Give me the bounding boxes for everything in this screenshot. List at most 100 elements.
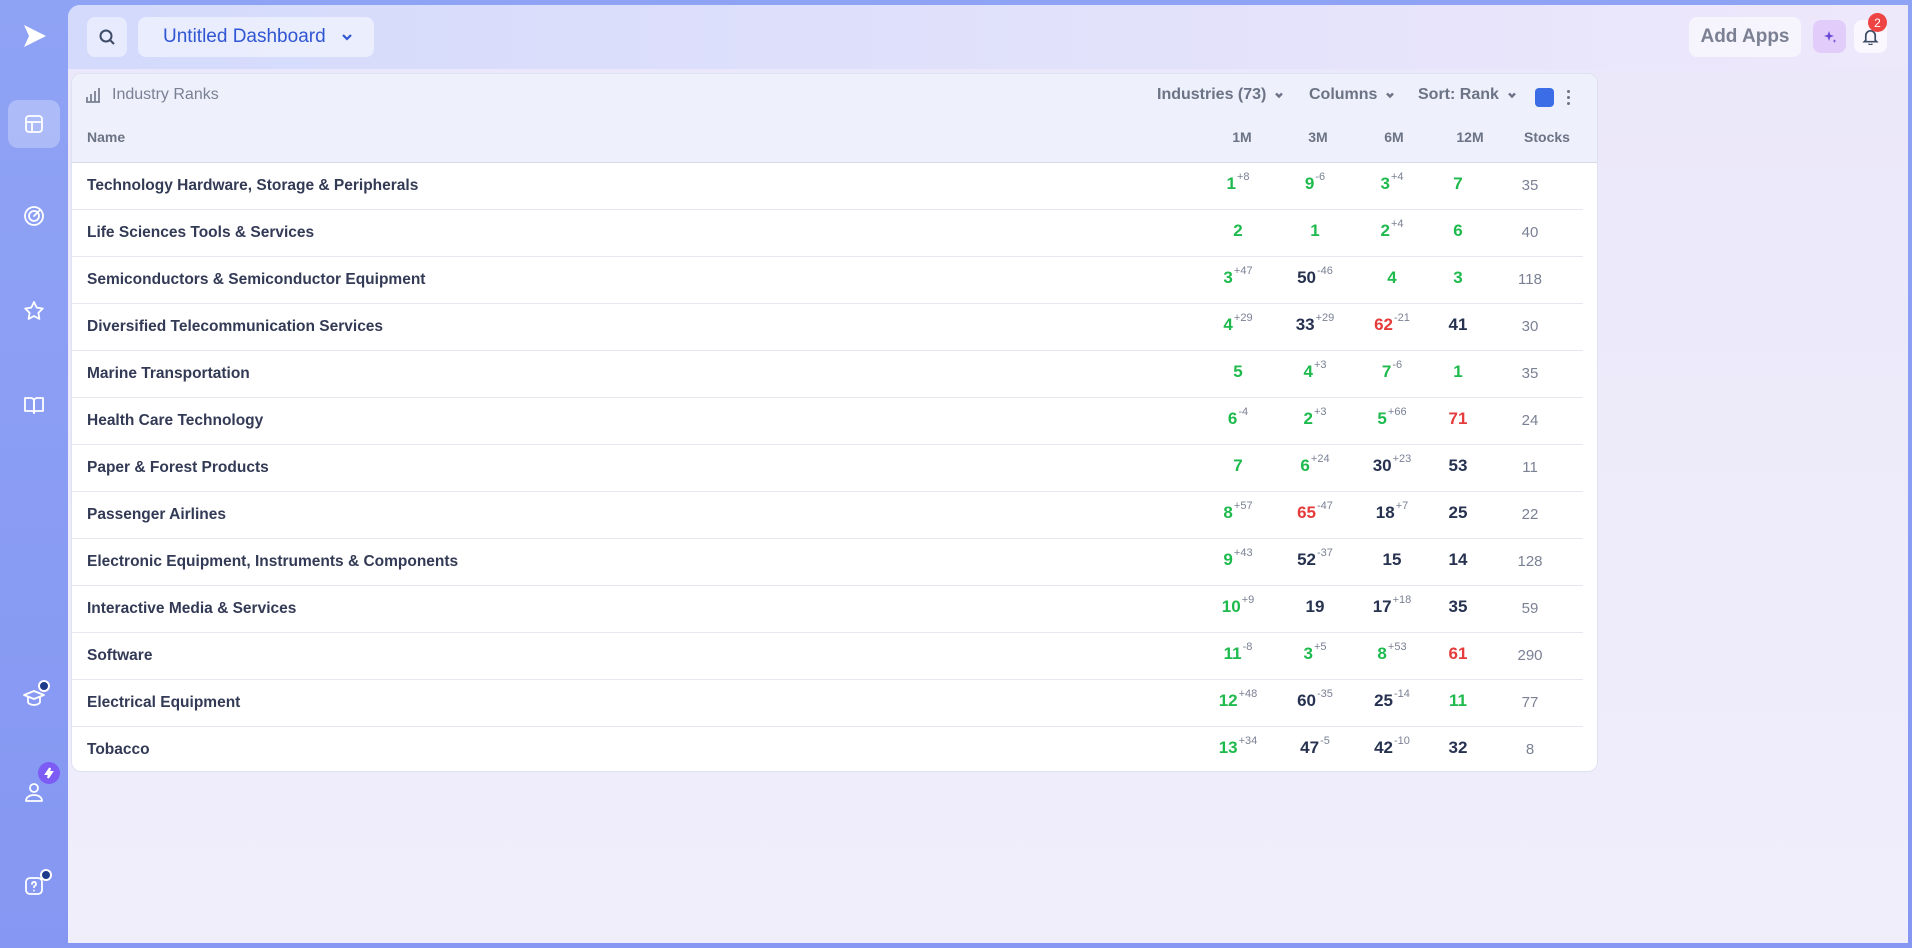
columns-dropdown[interactable]: Columns: [1309, 86, 1395, 104]
industry-name[interactable]: Passenger Airlines: [87, 506, 226, 524]
rank-m6: 18+7: [1376, 500, 1408, 523]
dashboard-selector[interactable]: Untitled Dashboard: [138, 17, 374, 57]
rank-value: 30: [1372, 456, 1392, 475]
table-row[interactable]: Marine Transportation 5 4+3 7-6 1 35: [72, 351, 1583, 398]
rank-change: +18: [1392, 594, 1412, 606]
chevron-down-icon: [1386, 92, 1395, 99]
rank-change: +9: [1241, 594, 1255, 606]
table-row[interactable]: Technology Hardware, Storage & Periphera…: [72, 163, 1583, 210]
sidebar-item-radar[interactable]: [8, 192, 60, 240]
sort-dropdown[interactable]: Sort: Rank: [1418, 86, 1517, 104]
rank-m12: 14: [1449, 550, 1468, 570]
column-header-stocks[interactable]: Stocks: [1524, 129, 1570, 145]
rank-value: 71: [1448, 409, 1468, 428]
rank-m1: 12+48: [1219, 688, 1258, 711]
stock-count: 40: [1521, 224, 1539, 241]
table-row[interactable]: Health Care Technology 6-4 2+3 5+66 71 24: [72, 398, 1583, 445]
industry-name[interactable]: Diversified Telecommunication Services: [87, 318, 383, 336]
top-bar: Untitled Dashboard Add Apps 2: [68, 5, 1908, 69]
column-header-name[interactable]: Name: [87, 129, 125, 145]
industry-name[interactable]: Semiconductors & Semiconductor Equipment: [87, 271, 425, 289]
rank-value: 52: [1297, 550, 1317, 569]
column-header-6m[interactable]: 6M: [1384, 129, 1403, 145]
rank-m6: 25-14: [1374, 688, 1410, 711]
rank-value: 6: [1300, 456, 1310, 475]
rank-m3: 1: [1310, 221, 1319, 241]
lightning-icon: [44, 767, 54, 779]
rank-m12: 61: [1449, 644, 1468, 664]
stock-count: 128: [1517, 553, 1543, 570]
chevron-down-icon: [1508, 92, 1516, 99]
rank-change: +57: [1233, 500, 1253, 512]
rank-change: +47: [1233, 265, 1253, 277]
rank-value: 4: [1223, 315, 1233, 334]
ai-assistant-button[interactable]: [1813, 20, 1846, 53]
table-row[interactable]: Interactive Media & Services 10+9 19 17+18 3…: [72, 586, 1583, 633]
sidebar-item-help[interactable]: [8, 862, 60, 910]
widget-color-picker[interactable]: [1535, 88, 1554, 107]
rank-change: -10: [1394, 735, 1410, 747]
rank-value: 2: [1233, 221, 1243, 240]
widget-header: Industry Ranks Industries (73) Columns S…: [72, 74, 1597, 163]
rank-change: -8: [1242, 641, 1253, 653]
industry-name[interactable]: Electrical Equipment: [87, 694, 240, 712]
stock-count: 35: [1521, 365, 1539, 382]
industry-name[interactable]: Health Care Technology: [87, 412, 263, 430]
industry-name[interactable]: Marine Transportation: [87, 365, 250, 383]
rank-value: 65: [1297, 503, 1317, 522]
logo-icon[interactable]: [20, 22, 48, 50]
table-row[interactable]: Passenger Airlines 8+57 65-47 18+7 25 22: [72, 492, 1583, 539]
widget-title-text: Industry Ranks: [112, 86, 219, 103]
rank-value: 8: [1223, 503, 1233, 522]
table-row[interactable]: Electronic Equipment, Instruments & Comp…: [72, 539, 1583, 586]
table-row[interactable]: Electrical Equipment 12+48 60-35 25-14 11 77: [72, 680, 1583, 727]
search-button[interactable]: [87, 17, 127, 57]
rank-m6: 42-10: [1374, 735, 1410, 758]
sidebar-item-learn[interactable]: [8, 381, 60, 429]
table-row[interactable]: Life Sciences Tools & Services 2 1 2+4 6 40: [72, 210, 1583, 257]
table-row[interactable]: Paper & Forest Products 7 6+24 30+23 53 11: [72, 445, 1583, 492]
rank-m6: 7-6: [1381, 359, 1402, 382]
column-header-12m[interactable]: 12M: [1456, 129, 1483, 145]
search-icon: [99, 29, 115, 45]
stock-count: 35: [1521, 177, 1539, 194]
rank-change: -6: [1315, 171, 1326, 183]
table-row[interactable]: Diversified Telecommunication Services 4+…: [72, 304, 1583, 351]
star-icon: [24, 301, 44, 320]
industry-name[interactable]: Paper & Forest Products: [87, 459, 269, 477]
rank-m3: 47-5: [1300, 735, 1330, 758]
rank-value: 1: [1453, 362, 1463, 381]
industries-filter-dropdown[interactable]: Industries (73): [1157, 86, 1284, 104]
add-apps-button[interactable]: Add Apps: [1689, 17, 1801, 57]
rank-m1: 9+43: [1223, 547, 1253, 570]
industry-name[interactable]: Life Sciences Tools & Services: [87, 224, 314, 242]
rank-value: 5: [1377, 409, 1387, 428]
rank-m12: 6: [1453, 221, 1462, 241]
industry-name[interactable]: Tobacco: [87, 741, 150, 759]
stock-count: 118: [1518, 271, 1542, 288]
column-header-1m[interactable]: 1M: [1232, 129, 1251, 145]
rank-value: 19: [1305, 597, 1325, 616]
sidebar-item-academy[interactable]: [8, 674, 60, 722]
rank-value: 15: [1382, 550, 1402, 569]
rank-m3: 6+24: [1300, 453, 1330, 476]
table-row[interactable]: Tobacco 13+34 47-5 42-10 32 8: [72, 727, 1583, 771]
widget-more-menu[interactable]: [1562, 86, 1574, 108]
table-row[interactable]: Software 11-8 3+5 8+53 61 290: [72, 633, 1583, 680]
sidebar-item-watchlist[interactable]: [8, 287, 60, 335]
industry-table-body: Technology Hardware, Storage & Periphera…: [72, 163, 1597, 771]
rank-m12: 41: [1449, 315, 1468, 335]
rank-value: 3: [1453, 268, 1463, 287]
rank-change: +24: [1310, 453, 1330, 465]
industry-name[interactable]: Interactive Media & Services: [87, 600, 296, 618]
table-row[interactable]: Semiconductors & Semiconductor Equipment…: [72, 257, 1583, 304]
industry-name[interactable]: Electronic Equipment, Instruments & Comp…: [87, 553, 458, 571]
upgrade-badge[interactable]: [38, 762, 60, 784]
sidebar-item-dashboards[interactable]: [8, 100, 60, 148]
rank-change: +43: [1233, 547, 1253, 559]
rank-value: 7: [1381, 362, 1392, 381]
industry-name[interactable]: Technology Hardware, Storage & Periphera…: [87, 177, 418, 195]
industry-name[interactable]: Software: [87, 647, 152, 665]
column-header-3m[interactable]: 3M: [1308, 129, 1327, 145]
rank-m1: 11-8: [1224, 641, 1253, 664]
